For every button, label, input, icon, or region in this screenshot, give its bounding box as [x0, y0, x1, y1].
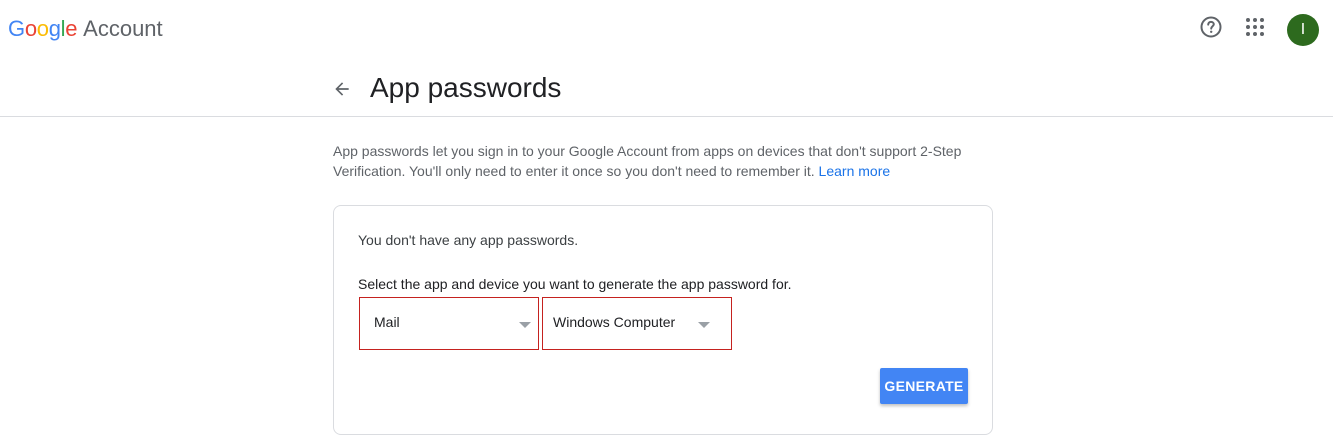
learn-more-link[interactable]: Learn more [819, 163, 891, 179]
avatar-initial: I [1300, 21, 1306, 38]
dropdown-arrow-icon [698, 322, 710, 328]
logo-letter: G [8, 16, 25, 41]
page-header: App passwords [0, 60, 1333, 117]
select-device-value: Windows Computer [553, 314, 676, 330]
arrow-left-icon[interactable] [330, 77, 354, 101]
google-wordmark: Google [8, 16, 77, 42]
dropdown-arrow-icon [519, 322, 531, 328]
apps-grid-icon[interactable] [1243, 15, 1267, 39]
logo-letter: o [24, 16, 37, 41]
avatar[interactable]: I [1287, 14, 1319, 46]
google-account-logo[interactable]: Google Account [8, 16, 163, 44]
intro-text: App passwords let you sign in to your Go… [333, 141, 1003, 181]
top-bar: Google Account I [0, 0, 1333, 60]
select-app-value: Mail [374, 314, 400, 330]
product-name: Account [83, 16, 163, 41]
select-device-dropdown[interactable]: Windows Computer [542, 297, 732, 350]
app-passwords-card: You don't have any app passwords. Select… [333, 205, 993, 435]
logo-letter: g [48, 16, 61, 41]
select-app-dropdown[interactable]: Mail [359, 297, 539, 350]
no-passwords-message: You don't have any app passwords. [358, 232, 579, 248]
help-circle-icon[interactable] [1199, 15, 1223, 39]
generate-button[interactable]: GENERATE [880, 368, 968, 404]
select-instructions: Select the app and device you want to ge… [358, 276, 792, 292]
logo-letter: o [36, 16, 49, 41]
logo-letter: e [65, 16, 78, 41]
page-title: App passwords [370, 72, 562, 103]
